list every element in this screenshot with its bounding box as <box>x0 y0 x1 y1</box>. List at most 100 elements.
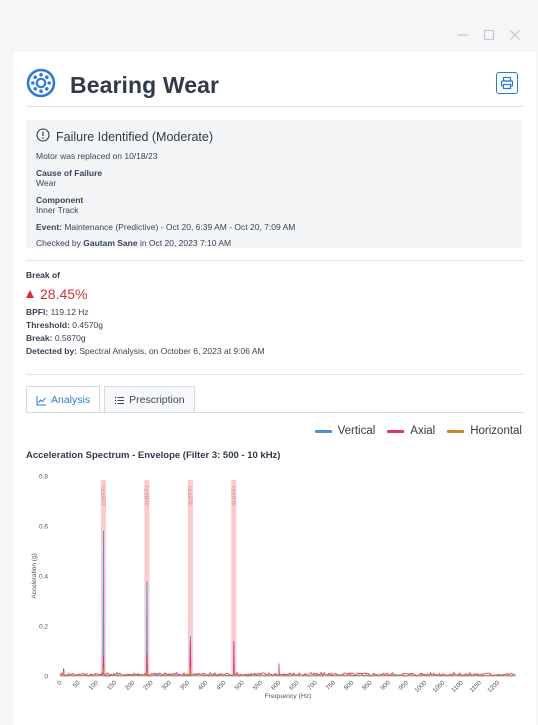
x-tick-label: 500 <box>233 679 246 692</box>
legend-label: Vertical <box>337 425 376 437</box>
x-tick-label: 800 <box>343 679 356 692</box>
legend-label: Horizontal <box>470 425 522 437</box>
detail-panel: Bearing Wear Failure Identified (Moderat… <box>14 52 536 725</box>
checked-line: Checked by Gautam Sane in Oct 20, 2023 7… <box>36 238 512 249</box>
legend-item-axial[interactable]: Axial <box>387 425 435 437</box>
event-label: Event: <box>36 221 62 232</box>
break-label: Break of <box>26 270 61 280</box>
print-button[interactable] <box>496 72 518 94</box>
divider <box>26 106 524 107</box>
cause-value: Wear <box>36 178 57 188</box>
x-tick-label: 350 <box>179 679 192 692</box>
y-tick-label: 0.8 <box>39 474 48 481</box>
close-icon[interactable] <box>508 28 522 42</box>
x-tick-label: 1000 <box>413 679 428 694</box>
x-tick-label: 150 <box>106 679 119 692</box>
legend-label: Axial <box>410 425 436 437</box>
x-tick-label: 550 <box>252 679 265 692</box>
bearing-icon <box>26 68 56 103</box>
x-tick-label: 600 <box>270 679 283 692</box>
x-tick-label: 200 <box>124 679 137 692</box>
series-line-vertical <box>59 530 516 677</box>
minimize-icon[interactable] <box>456 28 470 42</box>
y-tick-label: 0 <box>44 674 48 681</box>
break-percent-value: 28.45% <box>40 286 88 302</box>
alert-circle-icon <box>36 128 50 145</box>
component-label: Component <box>36 194 84 205</box>
event-line: Event: Maintenance (Predictive) - Oct 20… <box>36 222 512 233</box>
x-tick-label: 1050 <box>432 679 447 694</box>
checked-suffix: in Oct 20, 2023 7:10 AM <box>137 238 232 248</box>
page-header: Bearing Wear <box>26 66 524 104</box>
list-icon <box>115 396 125 404</box>
bpfi-marker-label: 4xBPFI <box>232 486 238 506</box>
cause-label: Cause of Failure <box>36 167 103 178</box>
chart-title: Acceleration Spectrum - Envelope (Filter… <box>26 450 281 461</box>
break-value: 0.5870g <box>52 333 86 343</box>
bpfi-marker-label: 1xBPFI <box>101 486 107 506</box>
tab-prescription-label: Prescription <box>129 394 185 406</box>
legend-swatch <box>314 429 332 433</box>
threshold-row: Threshold: 0.4570g <box>26 319 524 332</box>
bpfi-value: 119.12 Hz <box>48 307 89 317</box>
threshold-value: 0.4570g <box>69 320 104 330</box>
chart-legend: Vertical Axial Horizontal <box>314 425 522 437</box>
x-tick-label: 300 <box>160 679 173 692</box>
tab-prescription[interactable]: Prescription <box>104 386 195 413</box>
y-tick-label: 0.4 <box>39 574 48 581</box>
x-tick-label: 850 <box>361 679 374 692</box>
divider <box>26 260 524 261</box>
bpfi-marker-label: 3xBPFI <box>188 486 194 506</box>
maximize-icon[interactable] <box>482 28 496 42</box>
x-tick-label: 1150 <box>468 679 483 694</box>
event-value: Maintenance (Predictive) - Oct 20, 6:39 … <box>61 221 296 232</box>
break-row: Break: 0.5870g <box>26 332 524 345</box>
x-tick-label: 400 <box>197 679 210 692</box>
component-value: Inner Track <box>36 205 79 215</box>
detected-value: Spectral Analysis, on October 6, 2023 at… <box>77 346 265 356</box>
bpfi-marker-label: 2xBPFI <box>145 486 151 506</box>
legend-item-vertical[interactable]: Vertical <box>314 425 376 437</box>
failure-heading: Failure Identified (Moderate) <box>56 129 214 144</box>
x-tick-label: 1100 <box>450 679 465 694</box>
bpfi-row: BPFI: 119.12 Hz <box>26 306 524 319</box>
x-tick-label: 1200 <box>486 679 501 694</box>
window-controls <box>456 28 522 42</box>
failure-note: Motor was replaced on 10/18/23 <box>36 151 158 161</box>
checked-user: Gautam Sane <box>83 238 138 248</box>
x-tick-label: 950 <box>398 679 411 692</box>
legend-swatch <box>387 429 405 433</box>
break-percent: 28.45% <box>26 286 524 302</box>
checked-prefix: Checked by <box>36 238 84 248</box>
x-axis-label: Frequency (Hz) <box>265 693 312 700</box>
break-value-label: Break: <box>26 333 53 343</box>
y-axis-label: Acceleration (g) <box>31 553 38 599</box>
threshold-label: Threshold: <box>26 320 70 330</box>
x-tick-label: 750 <box>325 679 338 692</box>
failure-summary: Failure Identified (Moderate) Motor was … <box>26 120 522 248</box>
bpfi-label: BPFI: <box>26 307 49 317</box>
x-tick-label: 900 <box>379 679 392 692</box>
x-tick-label: 650 <box>288 679 301 692</box>
series-line-axial <box>59 640 516 677</box>
legend-item-horizontal[interactable]: Horizontal <box>447 425 522 437</box>
x-tick-label: 450 <box>215 679 228 692</box>
x-tick-label: 0 <box>56 679 64 687</box>
y-tick-label: 0.2 <box>39 624 48 631</box>
spectrum-chart: 0 0.2 0.4 0.6 0.8 Acceleration (g) 0 50 100 150 20… <box>31 474 516 700</box>
divider <box>26 374 524 375</box>
app-window: Bearing Wear Failure Identified (Moderat… <box>0 0 538 725</box>
x-tick-label: 700 <box>306 679 319 692</box>
tab-analysis[interactable]: Analysis <box>26 386 101 413</box>
line-chart-icon <box>36 395 46 405</box>
arrow-up-icon <box>26 290 34 298</box>
tab-underline <box>26 412 524 413</box>
y-tick-label: 0.6 <box>39 524 48 531</box>
tab-analysis-label: Analysis <box>51 394 91 406</box>
break-section: Break of 28.45% BPFI: 119.12 Hz Threshol… <box>26 270 524 358</box>
x-tick-label: 50 <box>72 679 82 689</box>
x-tick-label: 100 <box>88 679 101 692</box>
detected-row: Detected by: Spectral Analysis, on Octob… <box>26 345 524 358</box>
detected-label: Detected by: <box>26 346 78 356</box>
printer-icon <box>500 76 514 90</box>
